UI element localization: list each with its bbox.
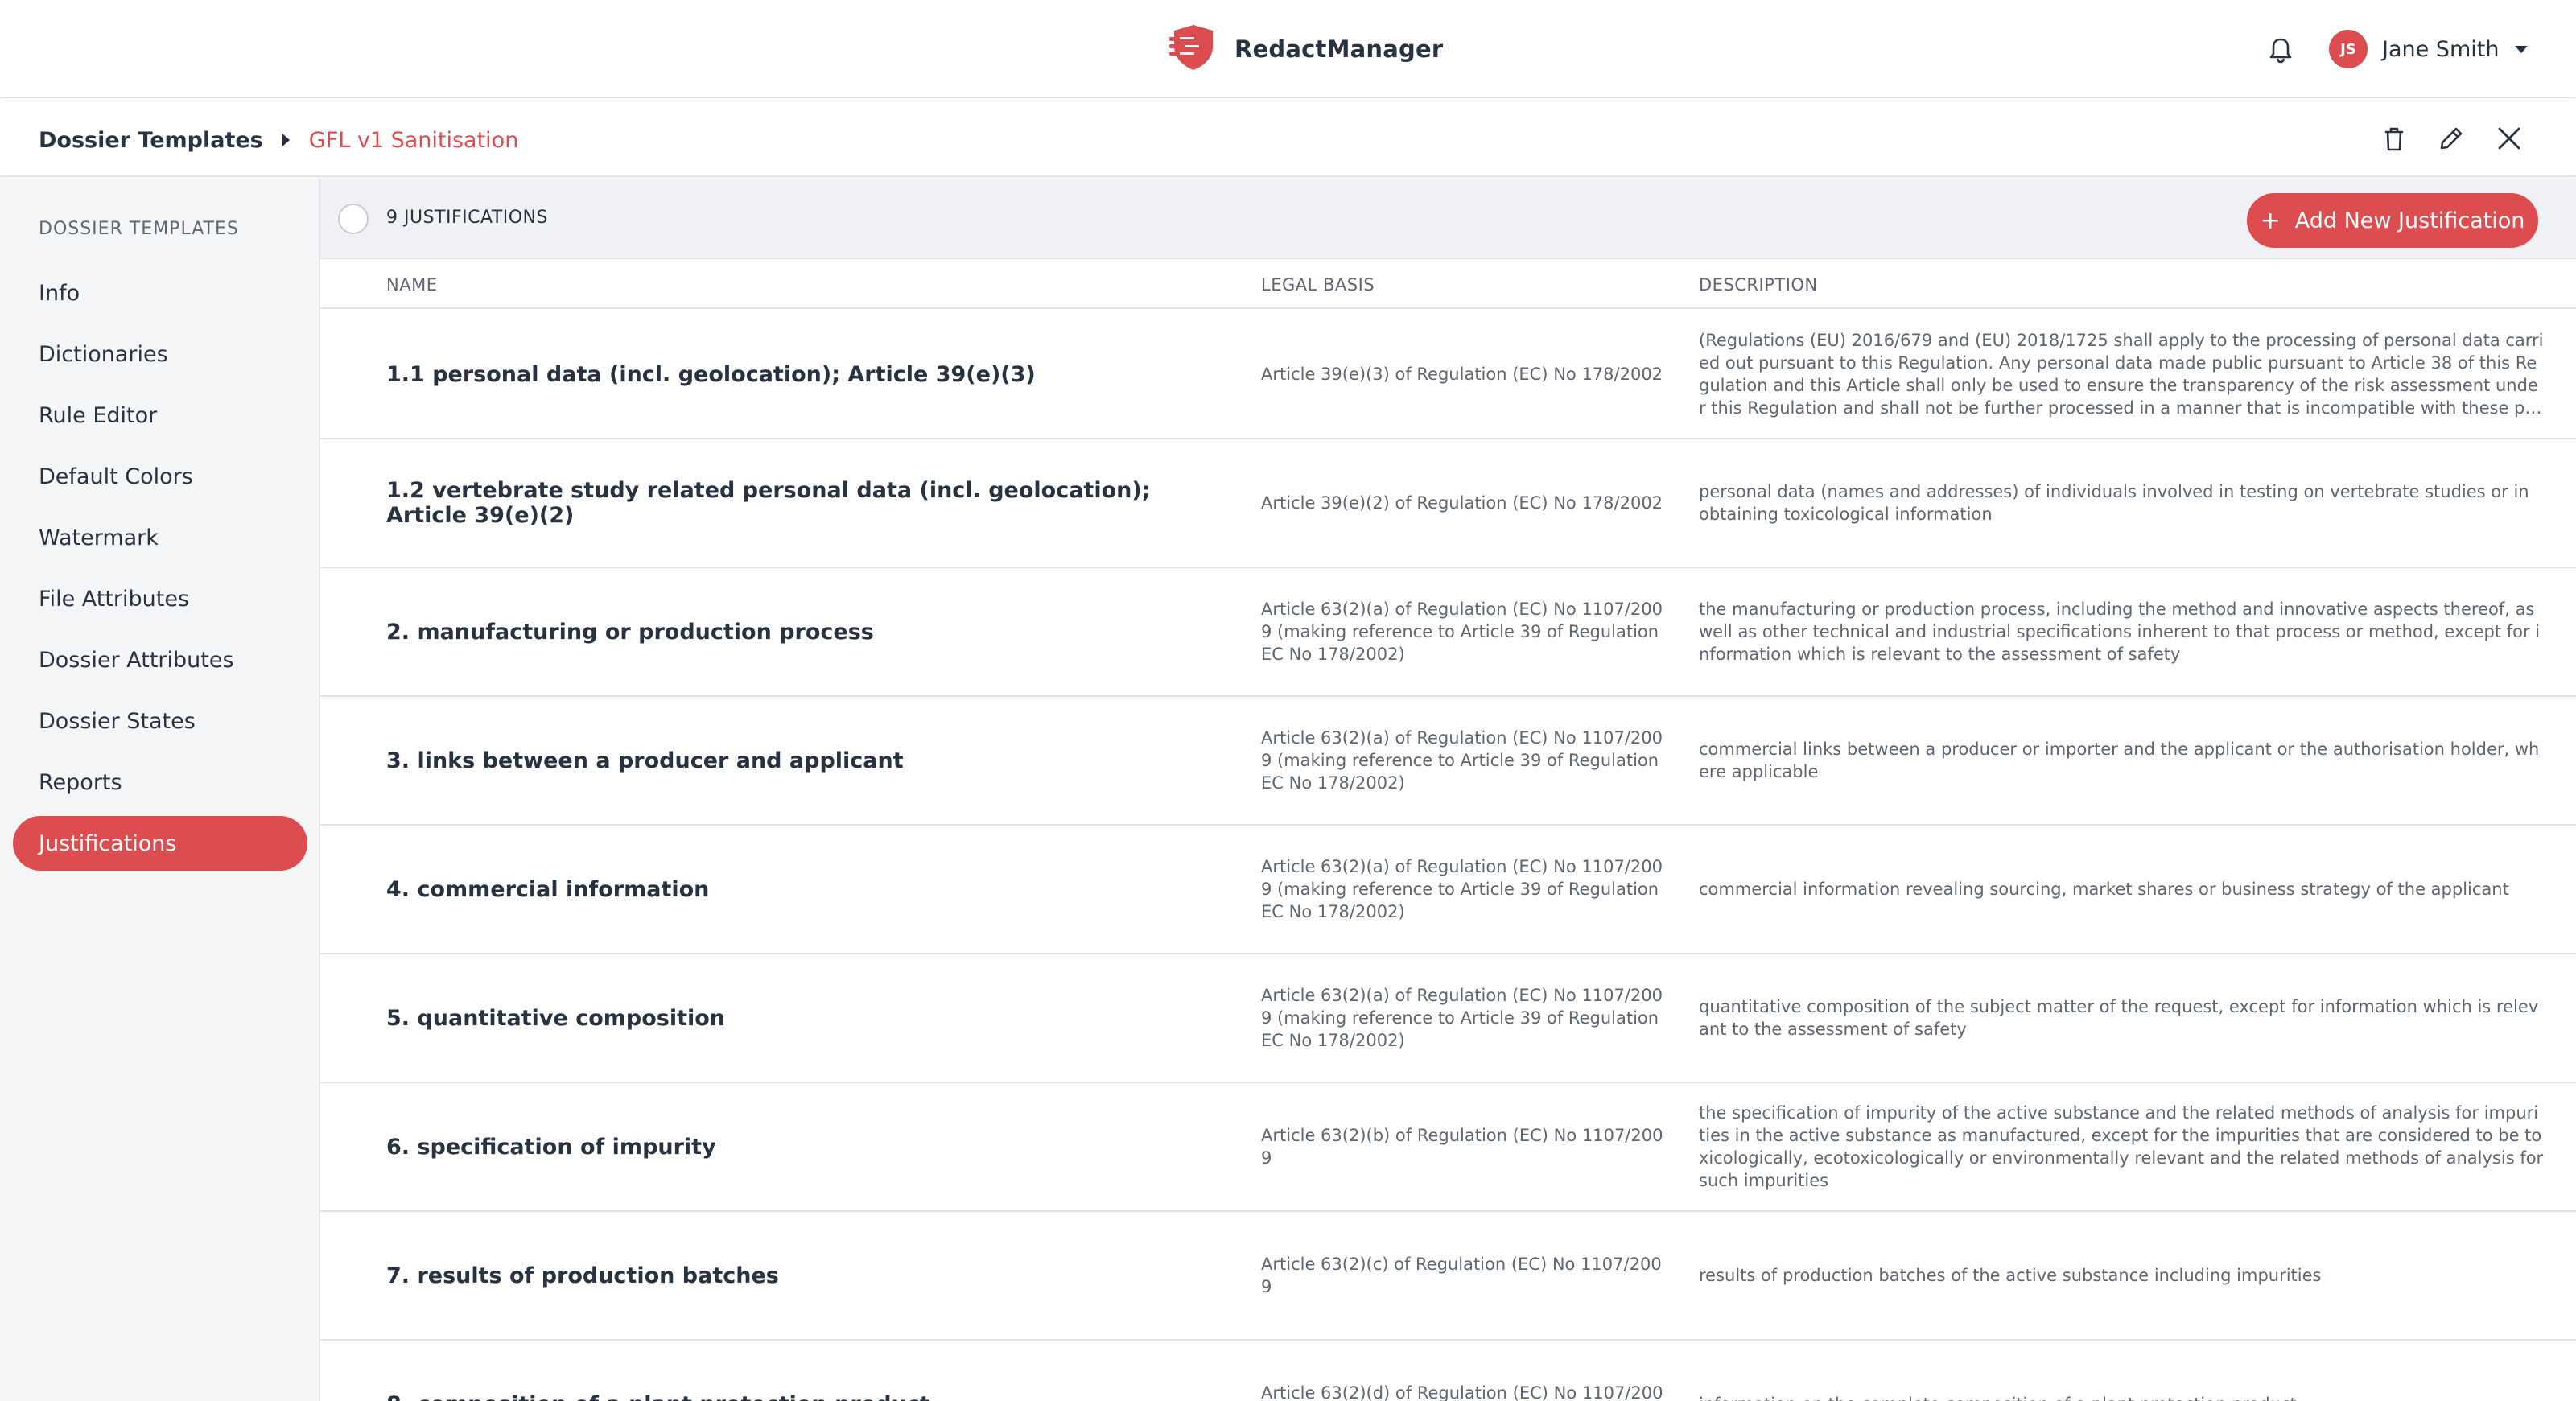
sidebar-item-dossier-attributes[interactable]: Dossier Attributes <box>13 633 307 687</box>
justification-name: 1.2 vertebrate study related personal da… <box>386 478 1151 528</box>
justification-name: 4. commercial information <box>386 876 710 902</box>
justification-legal-basis: Article 63(2)(a) of Regulation (EC) No 1… <box>1261 697 1663 824</box>
close-icon[interactable] <box>2493 122 2525 155</box>
justification-legal-basis: Article 39(e)(3) of Regulation (EC) No 1… <box>1261 311 1663 438</box>
justification-name: 8. composition of a plant protection pro… <box>386 1341 1191 1401</box>
sidebar-item-reports[interactable]: Reports <box>13 755 307 810</box>
breadcrumb-bar: Dossier Templates GFL v1 Sanitisation <box>0 100 2576 177</box>
justification-description: commercial links between a producer or i… <box>1699 697 2544 824</box>
add-button-label: Add New Justification <box>2294 208 2525 233</box>
sidebar-item-file-attributes[interactable]: File Attributes <box>13 571 307 626</box>
avatar: JS <box>2329 30 2368 68</box>
table-row[interactable]: 3. links between a producer and applican… <box>320 697 2576 826</box>
table-row[interactable]: 5. quantitative composition Article 63(2… <box>320 954 2576 1083</box>
user-menu[interactable]: JS Jane Smith <box>2329 29 2529 69</box>
legal-basis-text: Article 63(2)(d) of Regulation (EC) No 1… <box>1261 1383 1663 1401</box>
table-header: NAME LEGAL BASIS DESCRIPTION <box>320 259 2576 309</box>
legal-basis-text: Article 39(e)(2) of Regulation (EC) No 1… <box>1261 493 1663 513</box>
column-header-name[interactable]: NAME <box>386 275 437 295</box>
justification-description: the specification of impurity of the act… <box>1699 1083 2544 1210</box>
legal-basis-text: Article 63(2)(a) of Regulation (EC) No 1… <box>1261 986 1663 1050</box>
justification-description: quantitative composition of the subject … <box>1699 954 2544 1082</box>
table-row[interactable]: 8. composition of a plant protection pro… <box>320 1341 2576 1401</box>
justification-description: personal data (names and addresses) of i… <box>1699 439 2544 567</box>
justifications-count: 9 JUSTIFICATIONS <box>386 208 548 228</box>
sidebar-item-justifications[interactable]: Justifications <box>13 816 307 871</box>
chevron-down-icon <box>2515 45 2529 53</box>
justification-legal-basis: Article 39(e)(2) of Regulation (EC) No 1… <box>1261 439 1663 567</box>
description-text: quantitative composition of the subject … <box>1699 997 2539 1039</box>
table-row[interactable]: 7. results of production batches Article… <box>320 1212 2576 1341</box>
table-row[interactable]: 4. commercial information Article 63(2)(… <box>320 826 2576 954</box>
sidebar-item-dictionaries[interactable]: Dictionaries <box>13 327 307 381</box>
main-content: 9 JUSTIFICATIONS + Add New Justification… <box>320 179 2576 1401</box>
table-row[interactable]: 2. manufacturing or production process A… <box>320 568 2576 697</box>
description-text: commercial information revealing sourcin… <box>1699 880 2509 899</box>
breadcrumb-dossier-templates[interactable]: Dossier Templates <box>39 128 263 153</box>
brand-name: RedactManager <box>1234 35 1444 63</box>
justification-legal-basis: Article 63(2)(b) of Regulation (EC) No 1… <box>1261 1083 1663 1210</box>
description-text: results of production batches of the act… <box>1699 1266 2322 1285</box>
trash-icon[interactable] <box>2378 122 2410 155</box>
redactmanager-logo-icon <box>1168 23 1218 76</box>
description-text: the specification of impurity of the act… <box>1699 1103 2544 1190</box>
sidebar-item-watermark[interactable]: Watermark <box>13 510 307 565</box>
sidebar-item-rule-editor[interactable]: Rule Editor <box>13 388 307 443</box>
legal-basis-text: Article 63(2)(a) of Regulation (EC) No 1… <box>1261 857 1663 921</box>
legal-basis-text: Article 63(2)(c) of Regulation (EC) No 1… <box>1261 1255 1662 1296</box>
justification-legal-basis: Article 63(2)(c) of Regulation (EC) No 1… <box>1261 1212 1663 1339</box>
brand[interactable]: RedactManager <box>1168 23 1443 76</box>
table-row[interactable]: 1.2 vertebrate study related personal da… <box>320 439 2576 568</box>
breadcrumb-arrow-icon <box>282 134 290 146</box>
sidebar-item-default-colors[interactable]: Default Colors <box>13 449 307 504</box>
description-text: personal data (names and addresses) of i… <box>1699 482 2529 524</box>
column-header-description[interactable]: DESCRIPTION <box>1699 275 1818 295</box>
legal-basis-text: Article 63(2)(b) of Regulation (EC) No 1… <box>1261 1126 1663 1168</box>
justification-description: results of production batches of the act… <box>1699 1212 2544 1339</box>
justification-description: information on the complete composition … <box>1699 1341 2544 1401</box>
sidebar-title: DOSSIER TEMPLATES <box>39 219 239 239</box>
justification-legal-basis: Article 63(2)(a) of Regulation (EC) No 1… <box>1261 568 1663 695</box>
description-text: (Regulations (EU) 2016/679 and (EU) 2018… <box>1699 331 2544 418</box>
description-text: the manufacturing or production process,… <box>1699 600 2541 664</box>
legal-basis-text: Article 63(2)(a) of Regulation (EC) No 1… <box>1261 600 1663 664</box>
breadcrumb-current-template[interactable]: GFL v1 Sanitisation <box>309 128 519 153</box>
justification-legal-basis: Article 63(2)(d) of Regulation (EC) No 1… <box>1261 1341 1663 1401</box>
legal-basis-text: Article 39(e)(3) of Regulation (EC) No 1… <box>1261 365 1663 384</box>
justification-name: 3. links between a producer and applican… <box>386 748 904 773</box>
justification-name: 1.1 personal data (incl. geolocation); A… <box>386 361 1036 387</box>
plus-icon: + <box>2260 206 2281 235</box>
add-new-justification-button[interactable]: + Add New Justification <box>2247 193 2538 248</box>
sidebar: DOSSIER TEMPLATES Info Dictionaries Rule… <box>0 179 320 1401</box>
notifications-bell-icon[interactable] <box>2265 34 2297 66</box>
justification-name: 5. quantitative composition <box>386 1005 726 1031</box>
sidebar-item-dossier-states[interactable]: Dossier States <box>13 694 307 748</box>
justification-name: 6. specification of impurity <box>386 1134 716 1160</box>
list-header: 9 JUSTIFICATIONS + Add New Justification <box>320 179 2576 259</box>
sidebar-item-info[interactable]: Info <box>13 266 307 320</box>
top-bar: RedactManager JS Jane Smith <box>0 0 2576 98</box>
column-header-legal-basis[interactable]: LEGAL BASIS <box>1261 275 1375 295</box>
justification-description: (Regulations (EU) 2016/679 and (EU) 2018… <box>1699 311 2544 438</box>
legal-basis-text: Article 63(2)(a) of Regulation (EC) No 1… <box>1261 728 1663 793</box>
justification-name: 7. results of production batches <box>386 1263 779 1288</box>
justification-name: 2. manufacturing or production process <box>386 619 874 645</box>
justification-legal-basis: Article 63(2)(a) of Regulation (EC) No 1… <box>1261 954 1663 1082</box>
justification-description: the manufacturing or production process,… <box>1699 568 2544 695</box>
user-name: Jane Smith <box>2382 36 2500 62</box>
breadcrumb: Dossier Templates GFL v1 Sanitisation <box>39 124 518 156</box>
pencil-icon[interactable] <box>2435 122 2467 155</box>
justification-description: commercial information revealing sourcin… <box>1699 826 2544 953</box>
justification-legal-basis: Article 63(2)(a) of Regulation (EC) No 1… <box>1261 826 1663 953</box>
select-all-checkbox[interactable] <box>338 204 369 234</box>
description-text: information on the complete composition … <box>1699 1393 2297 1401</box>
table-row[interactable]: 1.1 personal data (incl. geolocation); A… <box>320 311 2576 439</box>
description-text: commercial links between a producer or i… <box>1699 740 2540 781</box>
table-row[interactable]: 6. specification of impurity Article 63(… <box>320 1083 2576 1212</box>
